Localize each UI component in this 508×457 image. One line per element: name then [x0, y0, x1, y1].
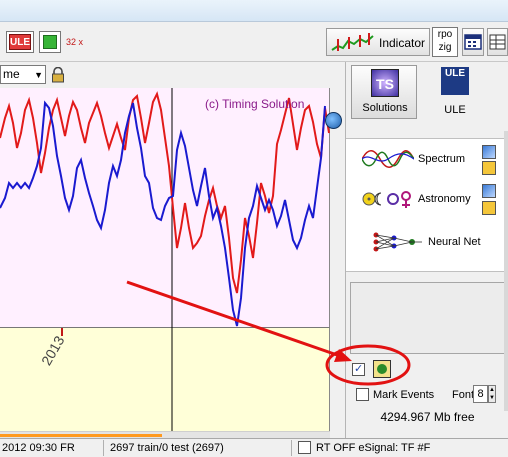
module-menu: Spectrum Astronomy Neural Net [346, 138, 508, 272]
menu-label-spectrum: Spectrum [418, 153, 466, 165]
green-square-button[interactable] [39, 31, 61, 53]
green-square-icon [43, 35, 57, 49]
status-datetime: 2012 09:30 FR [2, 442, 75, 454]
status-divider [103, 440, 104, 456]
chart-toolbar: me ▼ [0, 62, 345, 88]
ule-side-button[interactable]: ULE ULE [435, 65, 475, 119]
spectrum-help-icon[interactable] [482, 161, 496, 175]
status-divider [291, 440, 292, 456]
calendar-button[interactable] [462, 28, 484, 56]
status-train-test: 2697 train/0 test (2697) [110, 442, 224, 454]
ule-toolbar-button[interactable]: ULE [6, 31, 34, 53]
time-scale-combo[interactable]: me ▼ [0, 65, 46, 84]
run-icon [377, 364, 387, 374]
main-toolbar: ULE 32 x Indicator rpo zig [0, 22, 508, 62]
ule-toolbar-label: ULE [9, 34, 31, 50]
scroll-thumb[interactable] [0, 434, 162, 437]
ule-side-label: ULE [444, 104, 466, 116]
chart-svg [0, 88, 330, 328]
rpo-label: rpo [437, 29, 453, 40]
side-panel: TS Solutions ULE ULE Spectrum Astronomy … [345, 62, 508, 438]
time-scale-value: me [3, 67, 20, 81]
price-chart[interactable]: (c) Timing Solution [0, 88, 330, 328]
indicator-button[interactable]: Indicator [326, 28, 430, 56]
indicator-label: Indicator [379, 36, 426, 50]
series-blue-line [0, 100, 326, 327]
horizontal-scrollbar[interactable] [0, 431, 330, 438]
mark-events-checkbox[interactable] [356, 388, 369, 401]
model-list-box[interactable] [350, 282, 507, 354]
solutions-label: Solutions [362, 102, 408, 114]
zoom-32x-label[interactable]: 32 x [66, 37, 83, 47]
ule-side-icon: ULE [441, 67, 469, 95]
font-size-input[interactable]: 8 [473, 385, 488, 403]
neural-net-icon [373, 232, 422, 252]
vertical-scrollbar[interactable] [504, 131, 508, 411]
menu-label-astronomy: Astronomy [418, 193, 471, 205]
indicator-icon [331, 33, 374, 51]
spectrum-options-icon[interactable] [482, 145, 496, 159]
status-signal: RT OFF eSignal: TF #F [316, 442, 431, 454]
memory-free-label: 4294.967 Mb free [380, 410, 475, 424]
rpo-zig-button[interactable]: rpo zig [432, 27, 458, 57]
menu-item-neural-net[interactable]: Neural Net [372, 225, 497, 259]
mark-events-label: Mark Events [373, 389, 435, 401]
astronomy-help-icon[interactable] [482, 201, 496, 215]
series-red-line [0, 91, 330, 294]
table-button[interactable] [487, 28, 508, 56]
table-icon [489, 34, 506, 50]
lock-icon[interactable] [51, 67, 65, 83]
realtime-checkbox[interactable] [298, 441, 311, 454]
menu-label-neural-net: Neural Net [428, 236, 481, 248]
spectrum-wave-icon [362, 150, 414, 168]
watermark-text: (c) Timing Solution [205, 97, 305, 111]
calendar-icon [464, 34, 482, 50]
neural-net-run-button[interactable] [373, 360, 391, 378]
menu-item-astronomy[interactable]: Astronomy [362, 182, 487, 216]
timing-solution-icon: TS [371, 69, 399, 97]
globe-icon[interactable] [325, 112, 342, 129]
neural-net-checkbox[interactable] [352, 362, 365, 376]
statusbar: 2012 09:30 FR 2697 train/0 test (2697) R… [0, 438, 508, 457]
solutions-button[interactable]: TS Solutions [351, 65, 417, 119]
planet-symbols-icon [362, 191, 411, 208]
font-label: Font [452, 389, 475, 401]
zig-label: zig [438, 42, 452, 53]
window-titlebar [0, 0, 508, 22]
chevron-down-icon: ▼ [34, 70, 43, 80]
font-size-stepper[interactable]: ▲ ▼ [488, 385, 496, 403]
menu-item-spectrum[interactable]: Spectrum [362, 142, 487, 176]
astronomy-options-icon[interactable] [482, 184, 496, 198]
